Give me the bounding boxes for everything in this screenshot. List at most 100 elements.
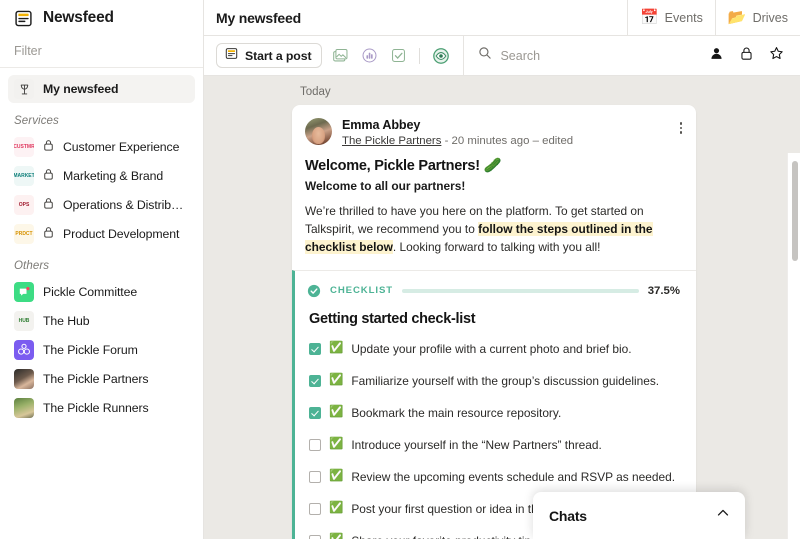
search-box[interactable]: Search [464,46,709,65]
chevron-up-icon[interactable] [715,505,731,526]
sidebar-section-others: Others [0,249,203,277]
checklist-item: ✅ Introduce yourself in the “New Partner… [307,433,680,457]
drives-button[interactable]: 📂 Drives [715,0,800,36]
checklist-progress-bar [402,289,639,293]
events-label: Events [665,11,703,25]
checklist-item: ✅ Bookmark the main resource repository. [307,401,680,425]
sidebar-filter-input[interactable]: Filter [0,36,203,68]
sidebar-item-label: Operations & Distrib… [63,198,183,212]
sidebar-item-label: The Hub [43,314,89,328]
chats-panel[interactable]: Chats [533,492,745,539]
checklist-item: ✅ Update your profile with a current pho… [307,337,680,361]
group-logo-icon: MARKET [14,166,34,186]
checklist-check-circle-icon [307,284,321,298]
newsfeed-icon [14,9,33,28]
checklist-kicker: CHECKLIST [330,285,393,296]
lock-icon [43,225,54,243]
post-meta-sep-2: – [533,135,539,147]
checklist-checkbox[interactable] [309,471,321,483]
group-avatar [14,398,34,418]
sidebar-item-label: The Pickle Partners [43,372,148,386]
events-button[interactable]: 📅 Events [627,0,715,36]
checklist-checkbox[interactable] [309,407,321,419]
group-avatar [14,340,34,360]
sidebar-item-pickle-committee[interactable]: Pickle Committee [8,278,195,306]
check-mark-emoji-icon: ✅ [329,439,343,451]
checklist-item-label: Familiarize yourself with the group’s di… [351,374,659,388]
check-mark-emoji-icon: ✅ [329,407,343,419]
check-mark-emoji-icon: ✅ [329,535,343,539]
group-logo-icon: CUSTMR [14,137,34,157]
post-title: Welcome, Pickle Partners! 🥒 [305,157,678,174]
drives-label: Drives [753,11,788,25]
sidebar-title: Newsfeed [43,9,114,27]
sidebar-item-the-pickle-partners[interactable]: The Pickle Partners [8,365,195,393]
checklist-item: ✅ Review the upcoming events schedule an… [307,465,680,489]
sidebar-item-my-newsfeed[interactable]: My newsfeed [8,75,195,103]
calendar-icon: 📅 [640,10,659,25]
sidebar-scroll-area: My newsfeed Services CUSTMR Customer Exp… [0,68,203,539]
toolbar-right-group [709,46,800,66]
sidebar-item-operations-distribution[interactable]: OPS Operations & Distrib… [8,191,195,219]
sidebar-item-the-pickle-forum[interactable]: The Pickle Forum [8,336,195,364]
toolbar-left-group: Start a post [204,36,464,76]
star-icon[interactable] [769,46,784,66]
checklist-percent: 37.5% [648,285,680,297]
sidebar-item-product-development[interactable]: PRDCT Product Development [8,220,195,248]
check-mark-emoji-icon: ✅ [329,471,343,483]
sidebar-item-the-hub[interactable]: HUB The Hub [8,307,195,335]
group-avatar: HUB [14,311,34,331]
sidebar-section-services: Services [0,104,203,132]
post-paragraph: We’re thrilled to have you here on the p… [305,203,678,257]
post-paragraph-after: . Looking forward to talking with you al… [393,240,601,254]
check-mark-emoji-icon: ✅ [329,375,343,387]
checklist-checkbox[interactable] [309,343,321,355]
lock-icon [43,196,54,214]
sidebar-item-marketing-brand[interactable]: MARKET Marketing & Brand [8,162,195,190]
feed-area: Today Emma Abbey The Pickle Partners - 2… [204,76,800,539]
image-icon[interactable] [329,45,351,67]
person-icon[interactable] [709,46,724,66]
post-card: Emma Abbey The Pickle Partners - 20 minu… [292,105,696,539]
chats-title: Chats [549,508,587,524]
post-meta-sep-1: - [445,135,449,147]
check-mark-emoji-icon: ✅ [329,343,343,355]
post-subtitle: Welcome to all our partners! [305,179,678,193]
trophy-icon [14,79,34,99]
sidebar-item-label: The Pickle Forum [43,343,138,357]
checklist-header: CHECKLIST 37.5% [307,284,680,298]
feed-scrollbar-thumb[interactable] [792,161,798,261]
sidebar-item-label: Pickle Committee [43,285,137,299]
feed-scrollbar-track[interactable] [787,153,800,539]
checklist-title: Getting started check-list [309,311,680,327]
post-group-link[interactable]: The Pickle Partners [342,135,441,147]
group-avatar [14,282,34,302]
feed-day-label: Today [204,84,800,105]
post-edited-label: edited [542,135,573,147]
lock-icon[interactable] [740,46,753,66]
eye-icon[interactable] [430,45,452,67]
start-a-post-button[interactable]: Start a post [216,43,322,68]
checklist-checkbox[interactable] [309,439,321,451]
poll-icon[interactable] [358,45,380,67]
sidebar-item-label: Product Development [63,227,179,241]
main-content: My newsfeed 📅 Events 📂 Drives [204,0,800,539]
avatar[interactable] [305,118,332,145]
sidebar: Newsfeed Filter My newsfeed Services CUS… [0,0,204,539]
post-timestamp: 20 minutes ago [452,135,530,147]
checklist-checkbox[interactable] [309,535,321,539]
sidebar-item-label: Customer Experience [63,140,179,154]
folder-icon: 📂 [728,10,747,25]
sidebar-item-label: The Pickle Runners [43,401,149,415]
sidebar-item-customer-experience[interactable]: CUSTMR Customer Experience [8,133,195,161]
sidebar-header: Newsfeed [0,0,203,36]
checklist-item-label: Update your profile with a current photo… [351,342,631,356]
app-root: Newsfeed Filter My newsfeed Services CUS… [0,0,800,539]
post-more-options-icon[interactable] [678,118,685,138]
sidebar-item-the-pickle-runners[interactable]: The Pickle Runners [8,394,195,422]
checklist-item-label: Review the upcoming events schedule and … [351,470,675,484]
checklist-icon[interactable] [387,45,409,67]
checklist-checkbox[interactable] [309,375,321,387]
checklist-checkbox[interactable] [309,503,321,515]
post-author-block: Emma Abbey The Pickle Partners - 20 minu… [342,118,668,147]
